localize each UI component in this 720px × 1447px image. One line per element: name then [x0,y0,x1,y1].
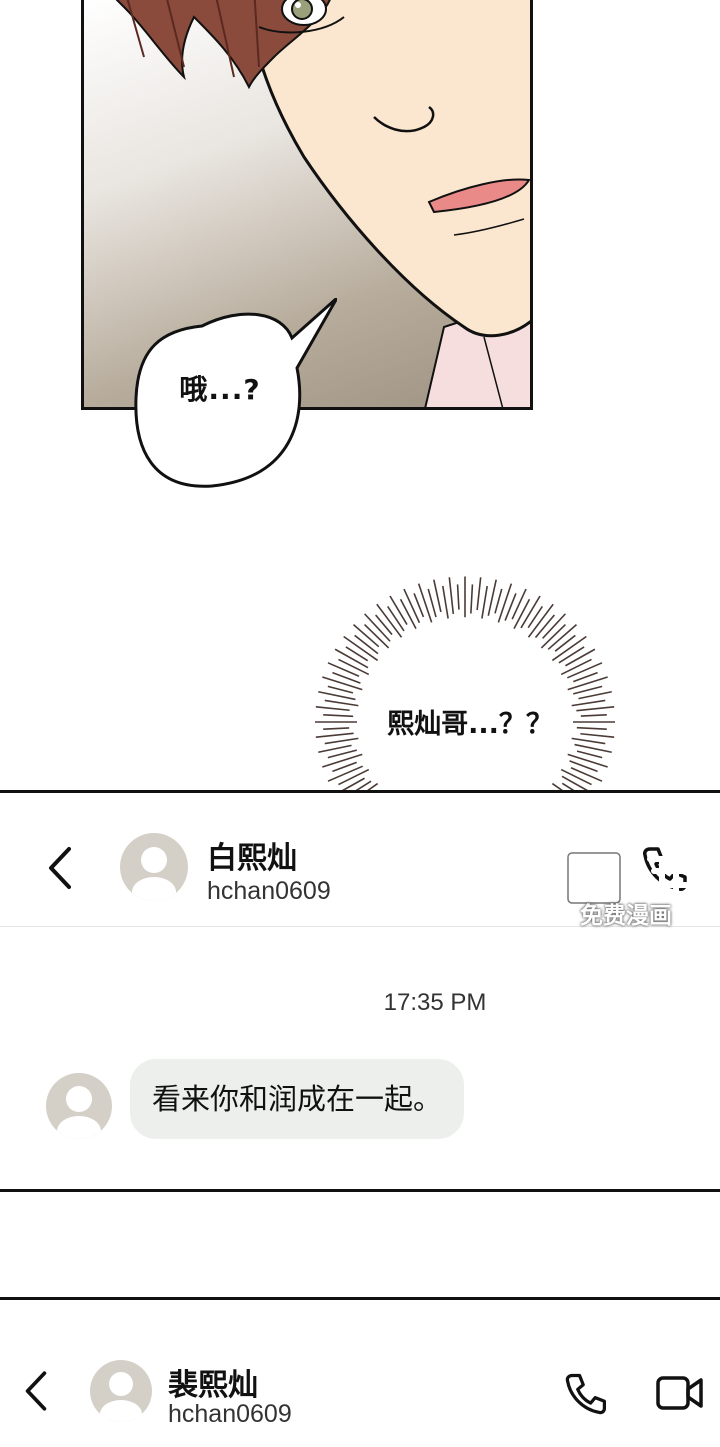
burst-line [572,685,603,695]
burst-line [571,737,606,745]
watermark-text: 免费漫画 [580,903,672,929]
chevron-left-icon[interactable] [22,1370,50,1412]
burst-line [324,737,359,745]
burst-line [448,577,455,615]
burst-line [323,727,350,731]
burst-line [558,646,585,664]
burst-line [570,767,603,782]
burst-line [576,726,607,731]
burst-line [567,753,608,768]
burst-line [338,658,370,676]
burst-line [403,588,421,624]
burst-line [322,676,363,691]
burst-line [456,584,460,610]
burst-line [560,768,592,786]
burst-line [487,579,497,616]
burst-line [322,753,363,768]
burst-line [399,598,417,630]
message-timestamp: 17:35 PM [383,989,487,1016]
burst-line [580,732,615,739]
burst-line [580,713,607,717]
chat-screen-2: 裴熙灿 hchan0609 [0,1297,720,1447]
burst-line [375,614,393,636]
burst-line [386,606,405,632]
burst-line [389,595,408,625]
phone-icon[interactable] [563,1370,609,1416]
burst-line [327,685,354,694]
avatar[interactable] [120,833,188,901]
message-bubble[interactable]: 看来你和润成在一起。 [130,1059,465,1139]
burst-line [476,577,482,611]
burst-line [567,676,608,691]
burst-line [571,699,606,707]
burst-line [315,705,350,712]
avatar[interactable] [46,1073,112,1139]
burst-line [327,765,364,782]
burst-line [327,662,360,677]
burst-line [578,690,612,700]
burst-line [324,699,359,707]
burst-line [318,744,352,754]
burst-line [441,585,449,619]
burst-line [433,579,442,613]
video-camera-icon[interactable] [655,1372,705,1414]
burst-line [534,614,555,639]
burst-line [494,588,503,614]
burst-text: 熙灿哥...？？ [387,709,553,740]
contact-name: 裴熙灿 [168,1368,258,1403]
burst-line [323,713,354,718]
burst-line [338,768,370,786]
contact-name: 白熙灿 [207,841,297,876]
burst-line [345,646,369,662]
burst-line [566,662,603,679]
speech-text: 哦...? [179,373,261,406]
burst-line [560,658,592,676]
burst-line [527,606,544,629]
burst-line [511,588,527,620]
burst-line [470,584,474,614]
avatar[interactable] [90,1360,152,1422]
burst-line [481,585,489,619]
contact-handle: hchan0609 [207,877,331,905]
burst-line [497,583,513,623]
burst-line [576,750,603,759]
burst-line [554,634,576,652]
burst-line [417,583,433,623]
burst-line [427,588,437,618]
contact-handle: hchan0609 [168,1400,292,1428]
chevron-left-icon[interactable] [45,846,75,890]
burst-line [576,705,615,712]
burst-line [315,732,354,739]
burst-line [513,598,531,630]
burst-line [327,749,358,759]
burst-line [565,648,596,667]
burst-line [354,634,379,655]
